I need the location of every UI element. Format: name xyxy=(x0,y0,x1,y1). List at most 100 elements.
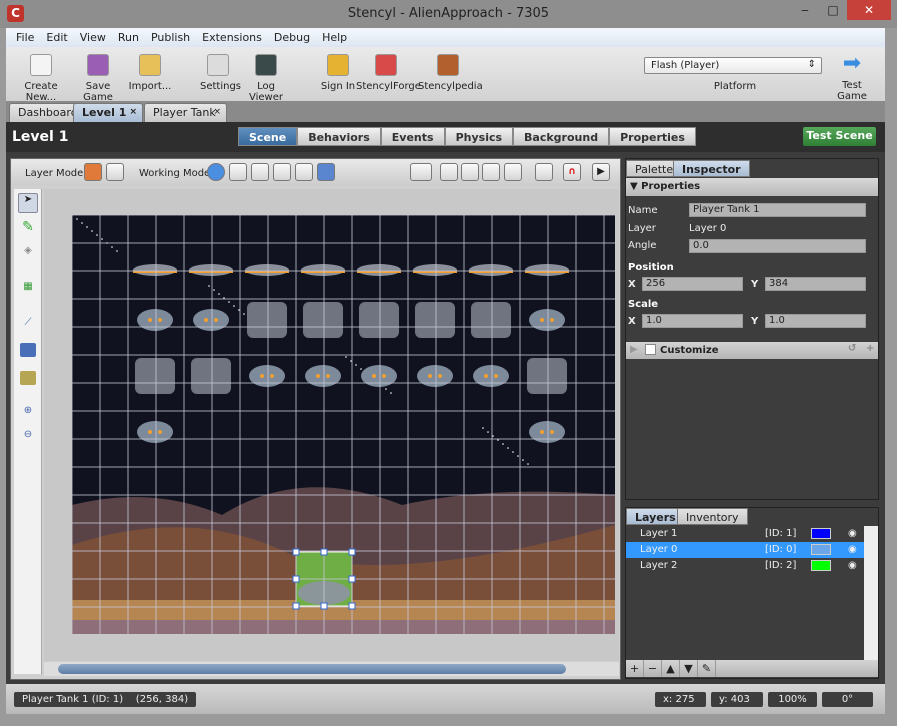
layer-row[interactable]: Layer 2 [ID: 2] ◉ xyxy=(626,558,864,574)
menu-debug[interactable]: Debug xyxy=(268,28,316,47)
menu-view[interactable]: View xyxy=(74,28,112,47)
tab-behaviors[interactable]: Behaviors xyxy=(297,127,381,146)
working-mode-tiles-button[interactable] xyxy=(229,163,247,181)
test-scene-button[interactable]: Test Scene xyxy=(803,127,876,146)
create-new-button[interactable]: Create New... xyxy=(8,54,74,103)
customize-checkbox[interactable] xyxy=(645,344,656,355)
tab-events[interactable]: Events xyxy=(380,127,445,146)
stencylforge-button[interactable]: StencylForge xyxy=(356,54,421,92)
layer-mode-all-button[interactable] xyxy=(106,163,124,181)
menu-publish[interactable]: Publish xyxy=(145,28,196,47)
position-y-field[interactable]: 384 xyxy=(765,277,866,291)
menu-extensions[interactable]: Extensions xyxy=(196,28,268,47)
pencil-tool-icon[interactable]: ✎ xyxy=(18,219,38,239)
view-regions-button[interactable] xyxy=(482,163,500,181)
test-game-button[interactable]: ➡ Test Game xyxy=(826,53,878,103)
grid-icon[interactable] xyxy=(504,163,522,181)
settings-button[interactable]: Settings xyxy=(200,54,241,92)
eye-icon[interactable]: ◉ xyxy=(848,560,857,571)
working-mode-all-button[interactable] xyxy=(317,163,335,181)
selection-handle[interactable] xyxy=(320,548,328,556)
layer-color-swatch[interactable] xyxy=(811,544,831,555)
log-viewer-button[interactable]: Log Viewer xyxy=(240,54,292,103)
menu-run[interactable]: Run xyxy=(112,28,145,47)
expand-icon[interactable]: ▶ xyxy=(630,344,638,355)
name-field[interactable]: Player Tank 1 xyxy=(689,203,866,217)
selection-handle[interactable] xyxy=(348,575,356,583)
selection-handle[interactable] xyxy=(292,575,300,583)
tab-label: Player Tank xyxy=(153,106,216,119)
layer-select[interactable]: Layer 0 xyxy=(689,223,726,234)
bucket-tool-icon[interactable]: ◈ xyxy=(18,245,38,265)
tab-scene[interactable]: Scene xyxy=(238,127,298,146)
scene-canvas[interactable] xyxy=(72,215,615,634)
scale-y-field[interactable]: 1.0 xyxy=(765,314,866,328)
scrollbar-thumb[interactable] xyxy=(58,664,566,674)
tab-level-1[interactable]: Level 1 × xyxy=(73,103,143,122)
move-layer-up-button[interactable]: ▲ xyxy=(662,660,680,677)
view-actors-button[interactable] xyxy=(440,163,458,181)
layer-row[interactable]: Layer 1 [ID: 1] ◉ xyxy=(626,526,864,542)
tab-background[interactable]: Background xyxy=(513,127,610,146)
layer-color-swatch[interactable] xyxy=(811,528,831,539)
layers-scrollbar[interactable] xyxy=(864,526,878,660)
working-mode-actors-button[interactable] xyxy=(207,163,225,181)
tab-inspector[interactable]: Inspector xyxy=(673,160,750,177)
selection-handle[interactable] xyxy=(292,602,300,610)
layer-mode-single-button[interactable] xyxy=(84,163,102,181)
tab-properties[interactable]: Properties xyxy=(609,127,696,146)
menu-file[interactable]: File xyxy=(10,28,40,47)
selection-handle[interactable] xyxy=(320,602,328,610)
layer-color-swatch[interactable] xyxy=(811,560,831,571)
tile-stamp-icon[interactable]: ▦ xyxy=(18,281,38,301)
working-mode-paths-button[interactable] xyxy=(273,163,291,181)
eye-icon[interactable]: ◉ xyxy=(848,544,857,555)
camera-button[interactable] xyxy=(410,163,432,181)
working-mode-terrain-button[interactable] xyxy=(295,163,313,181)
view-layers-button[interactable] xyxy=(461,163,479,181)
zoom-in-icon[interactable]: ⊕ xyxy=(18,405,38,425)
import-button[interactable]: Import... xyxy=(128,54,172,92)
snap-grid-button[interactable] xyxy=(535,163,553,181)
close-tab-icon[interactable]: × xyxy=(213,107,221,117)
selection-handle[interactable] xyxy=(292,548,300,556)
scale-x-field[interactable]: 1.0 xyxy=(642,314,743,328)
pointer-tool-icon[interactable]: ➤ xyxy=(18,193,38,213)
selection-handle[interactable] xyxy=(348,548,356,556)
alien-eye xyxy=(484,374,488,378)
path-tool-icon[interactable]: ⟋ xyxy=(18,317,38,337)
sign-in-button[interactable]: Sign In xyxy=(320,54,356,92)
terrain-tool-icon[interactable] xyxy=(20,371,36,385)
revert-icon[interactable]: ↺ xyxy=(848,343,856,354)
working-mode-regions-button[interactable] xyxy=(251,163,269,181)
zoom-out-icon[interactable]: ⊖ xyxy=(18,429,38,449)
add-icon[interactable]: + xyxy=(866,343,874,354)
eye-icon[interactable]: ◉ xyxy=(848,528,857,539)
tab-physics[interactable]: Physics xyxy=(444,127,514,146)
menu-help[interactable]: Help xyxy=(316,28,353,47)
angle-field[interactable]: 0.0 xyxy=(689,239,866,253)
play-icon[interactable]: ▶ xyxy=(592,163,610,181)
stencylpedia-button[interactable]: Stencylpedia xyxy=(418,54,483,92)
tab-inventory[interactable]: Inventory xyxy=(677,508,748,525)
layer-row[interactable]: Layer 0 [ID: 0] ◉ xyxy=(626,542,864,558)
magnet-icon[interactable]: ∩ xyxy=(563,163,581,181)
maximize-button[interactable]: □ xyxy=(819,0,847,20)
close-button[interactable]: ✕ xyxy=(847,0,891,20)
edit-layer-button[interactable]: ✎ xyxy=(698,660,716,677)
remove-layer-button[interactable]: − xyxy=(644,660,662,677)
selection-handle[interactable] xyxy=(348,602,356,610)
tab-player-tank[interactable]: Player Tank × xyxy=(144,103,227,122)
properties-section-header[interactable]: ▼ Properties xyxy=(626,178,878,196)
region-tool-icon[interactable] xyxy=(20,343,36,357)
close-tab-icon[interactable]: × xyxy=(129,107,137,117)
add-layer-button[interactable]: + xyxy=(626,660,644,677)
position-x-field[interactable]: 256 xyxy=(642,277,743,291)
save-game-button[interactable]: Save Game xyxy=(72,54,124,103)
star xyxy=(243,313,245,315)
minimize-button[interactable]: ‒ xyxy=(791,0,819,20)
menu-edit[interactable]: Edit xyxy=(40,28,73,47)
platform-select[interactable]: Flash (Player) ⇕ xyxy=(644,57,822,74)
move-layer-down-button[interactable]: ▼ xyxy=(680,660,698,677)
tab-layers[interactable]: Layers xyxy=(626,508,685,525)
